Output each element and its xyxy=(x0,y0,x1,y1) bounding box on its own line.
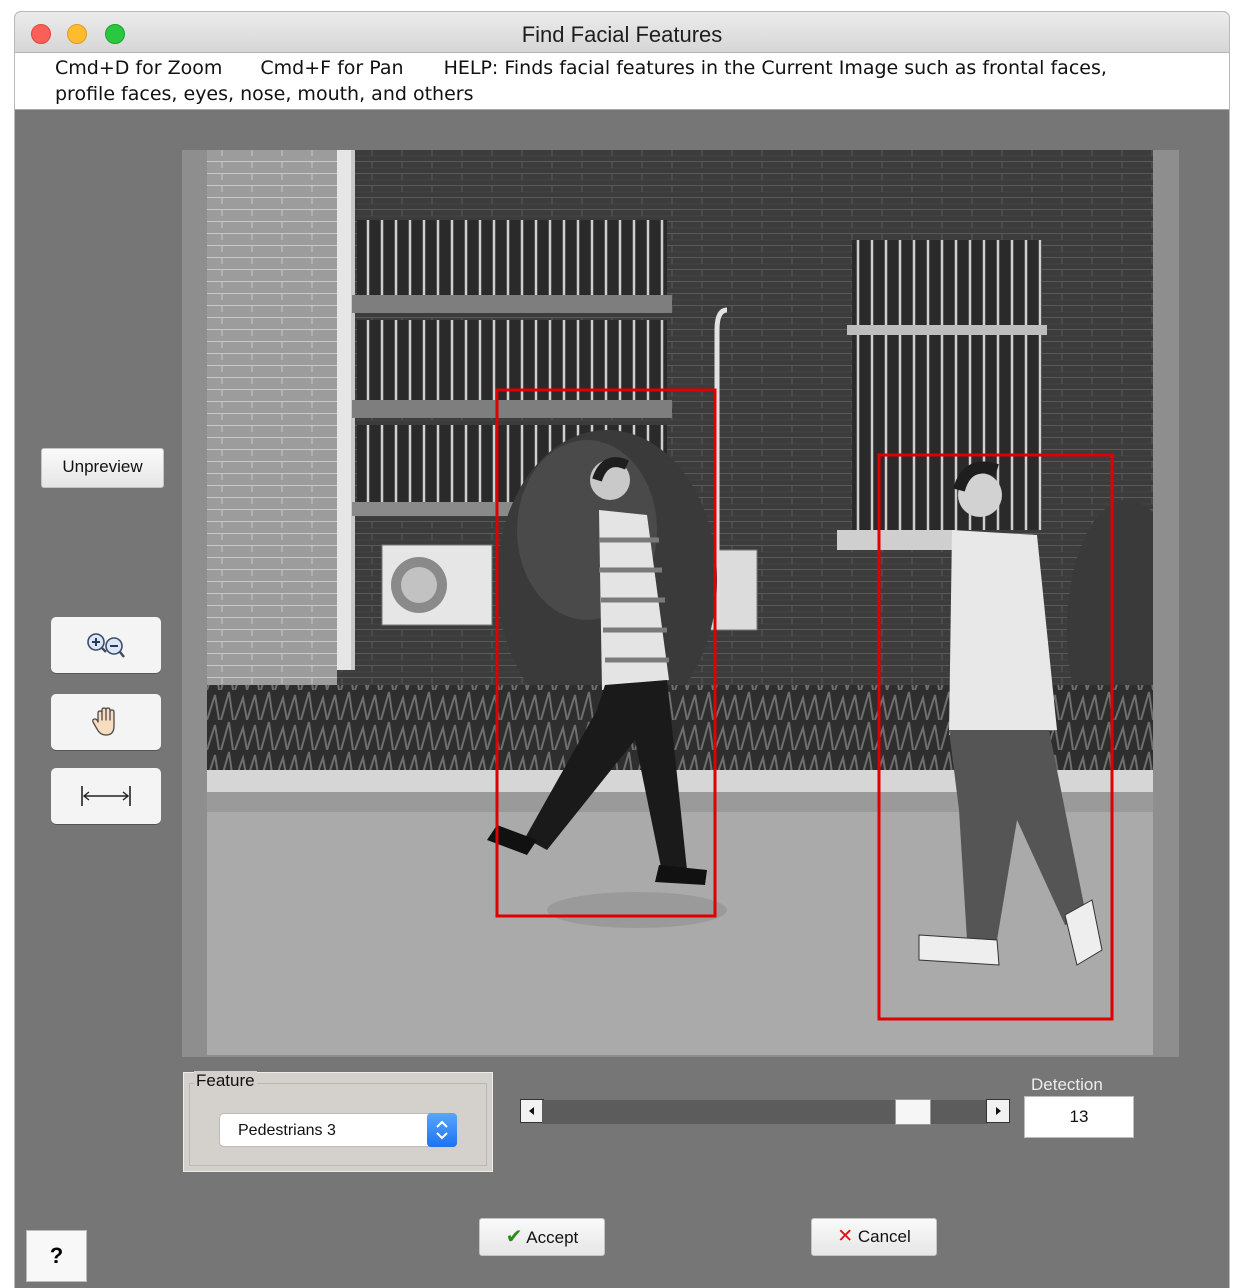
select-arrows-icon xyxy=(427,1113,457,1147)
left-arrow-icon xyxy=(529,1107,534,1115)
cancel-label: Cancel xyxy=(857,1227,911,1246)
zoom-tool-button[interactable] xyxy=(51,617,161,673)
fit-width-tool-button[interactable] xyxy=(51,768,161,824)
detection-label: Detection xyxy=(1031,1075,1103,1094)
feature-legend: Feature xyxy=(194,1071,257,1091)
pan-shortcut-text: Cmd+F for Pan xyxy=(260,57,404,79)
right-arrow-icon xyxy=(996,1107,1001,1115)
detection-slider[interactable] xyxy=(520,1099,1010,1125)
slider-increment-button[interactable] xyxy=(986,1099,1010,1123)
image-preview-area[interactable] xyxy=(182,150,1179,1057)
pan-tool-button[interactable] xyxy=(51,694,161,750)
detection-value-field[interactable]: 13 xyxy=(1024,1096,1134,1138)
feature-panel: Feature Pedestrians 3 xyxy=(183,1071,493,1172)
accept-label: Accept xyxy=(526,1228,579,1247)
pedestrian-photo xyxy=(207,150,1153,1055)
help-text-bar: Cmd+D for Zoom Cmd+F for Pan HELP: Finds f… xyxy=(15,53,1229,110)
checkmark-icon: ✔ xyxy=(505,1226,523,1248)
feature-select-value: Pedestrians 3 xyxy=(238,1122,336,1139)
hand-pan-icon xyxy=(92,707,115,736)
slider-decrement-button[interactable] xyxy=(520,1099,544,1123)
title-bar: Find Facial Features xyxy=(15,12,1229,53)
zoom-shortcut-text: Cmd+D for Zoom xyxy=(55,57,223,79)
accept-button[interactable]: ✔ Accept xyxy=(479,1218,605,1256)
window-title: Find Facial Features xyxy=(521,22,723,47)
slider-thumb[interactable] xyxy=(894,1099,931,1125)
help-text-line-2: profile faces, eyes, nose, mouth, and ot… xyxy=(55,83,474,105)
cancel-x-icon: ✕ xyxy=(837,1226,854,1247)
help-text-line-1: HELP: Finds facial features in the Curre… xyxy=(443,57,1107,79)
cancel-button[interactable]: ✕ Cancel xyxy=(811,1218,937,1256)
feature-select[interactable]: Pedestrians 3 xyxy=(219,1113,457,1147)
help-button[interactable]: ? xyxy=(26,1230,87,1282)
fit-width-icon xyxy=(81,786,131,806)
unpreview-button[interactable]: Unpreview xyxy=(41,448,164,488)
find-facial-features-window: Find Facial Features Cmd+D for Zoom Cmd+F… xyxy=(15,12,1229,1288)
zoom-in-out-icon xyxy=(87,633,125,658)
